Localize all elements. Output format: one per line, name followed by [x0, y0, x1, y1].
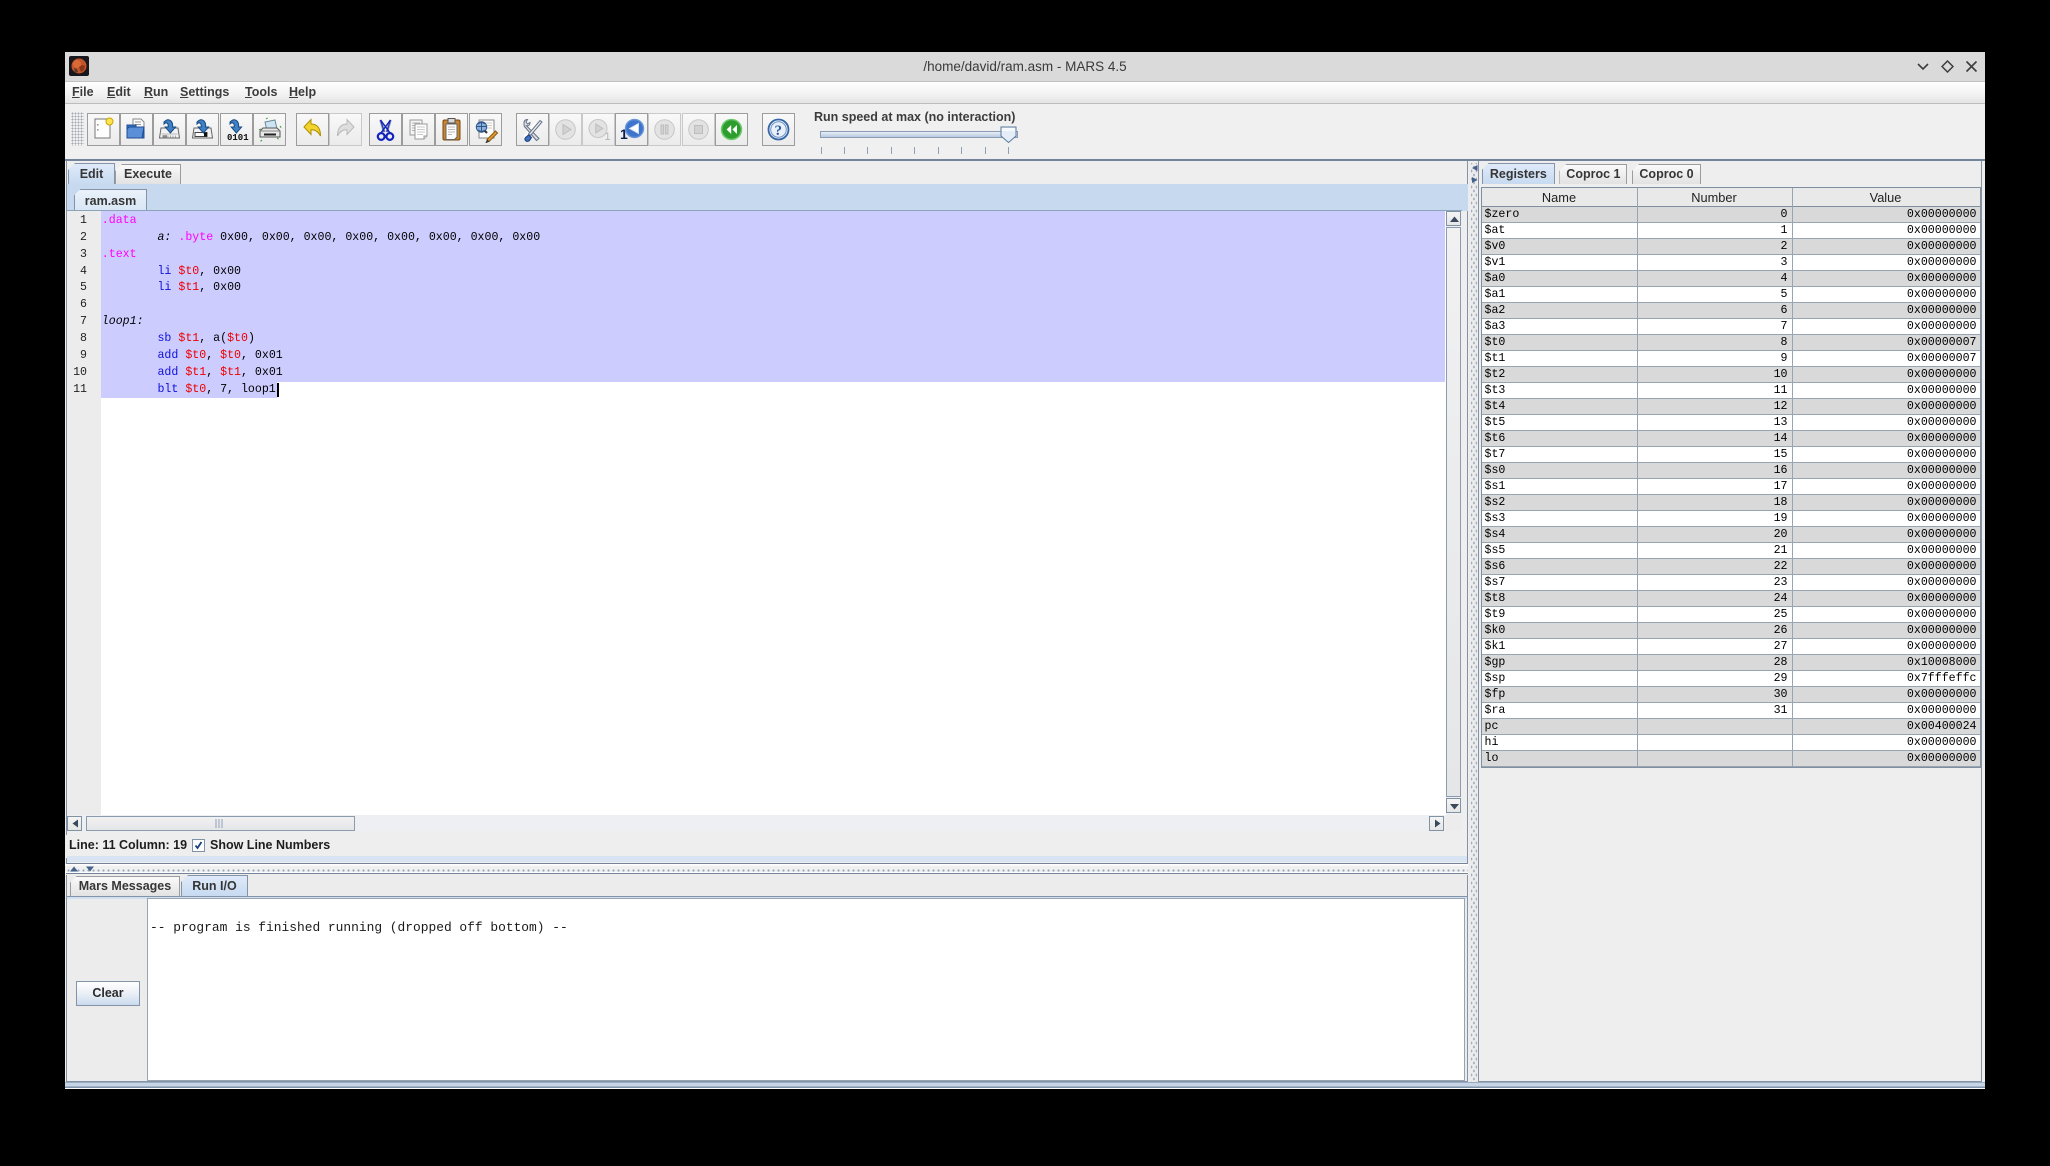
- svg-text:0101: 0101: [227, 133, 249, 143]
- svg-text:1: 1: [605, 131, 611, 143]
- svg-text:?: ?: [775, 123, 783, 139]
